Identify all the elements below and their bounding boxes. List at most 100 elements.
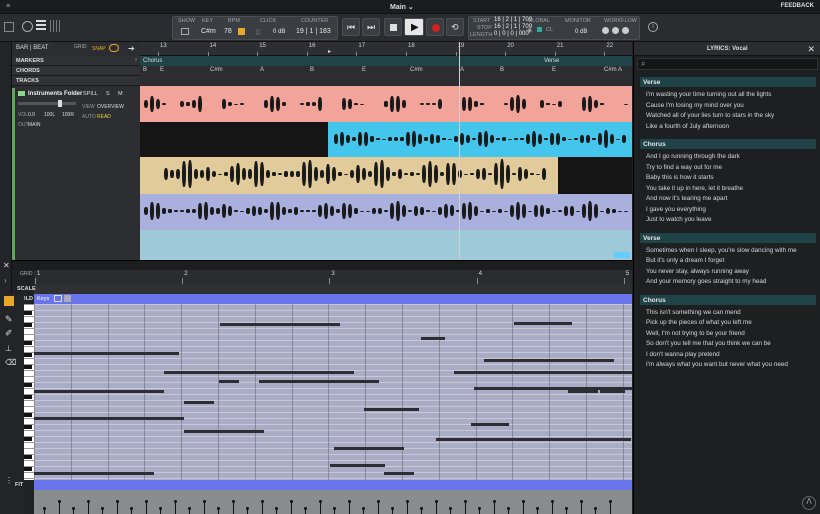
velocity-handle[interactable] — [565, 507, 568, 510]
pan-right[interactable]: 100R — [62, 112, 74, 118]
velocity-handle[interactable] — [115, 500, 119, 503]
lyric-line[interactable]: This isn't something we can mend — [646, 309, 741, 316]
velocity-handle[interactable] — [405, 500, 409, 503]
midi-note[interactable] — [454, 371, 632, 374]
track-2-empty[interactable] — [140, 122, 328, 157]
lyrics-section-header[interactable]: Verse — [640, 232, 816, 243]
velocity-handle[interactable] — [188, 507, 191, 510]
midi-note[interactable] — [421, 337, 445, 340]
spill-button[interactable]: SPILL — [83, 91, 98, 97]
link-icon[interactable] — [109, 44, 119, 52]
layout-icon[interactable] — [4, 22, 14, 32]
pan-left[interactable]: 100L — [44, 112, 55, 118]
midi-note[interactable] — [219, 380, 239, 383]
black-key[interactable] — [24, 395, 32, 399]
velocity-handle[interactable] — [144, 500, 148, 503]
markers-label[interactable]: MARKERS — [16, 58, 44, 64]
velocity-tool-icon[interactable]: ⊥ — [5, 344, 12, 353]
velocity-handle[interactable] — [173, 500, 177, 503]
lyric-line[interactable]: I don't wanna play pretend — [646, 351, 720, 358]
velocity-handle[interactable] — [260, 500, 264, 503]
chord-label[interactable]: C#m — [410, 67, 423, 73]
forward-button[interactable]: ⏭ — [362, 18, 380, 36]
start-value[interactable]: 16 | 2 | 1 | 709 — [494, 17, 532, 23]
metronome-icon[interactable] — [238, 28, 245, 35]
velocity-handle[interactable] — [318, 500, 322, 503]
record-button[interactable] — [426, 18, 444, 36]
menu-icon[interactable]: ≡ — [6, 3, 10, 10]
piano-roll-grid[interactable] — [34, 304, 632, 480]
velocity-handle[interactable] — [231, 500, 235, 503]
midi-note[interactable] — [164, 371, 354, 374]
sync-icon[interactable] — [22, 21, 33, 32]
show-label[interactable]: SHOW — [178, 18, 195, 24]
velocity-handle[interactable] — [391, 507, 394, 510]
playhead-marker-icon[interactable]: ▸ — [328, 48, 331, 55]
arrangement-view[interactable] — [140, 86, 632, 260]
black-key[interactable] — [24, 353, 32, 357]
workflow-label[interactable]: WORKFLOW — [604, 18, 637, 24]
keys-label[interactable]: Keys — [37, 296, 49, 302]
midi-note[interactable] — [34, 472, 154, 475]
black-key[interactable] — [24, 437, 32, 441]
velocity-handle[interactable] — [507, 507, 510, 510]
info-icon[interactable]: i — [648, 22, 658, 32]
global-icon[interactable]: ◉ — [527, 27, 532, 34]
black-key[interactable] — [24, 455, 32, 459]
more-icon[interactable]: ⋮ — [5, 476, 13, 485]
velocity-handle[interactable] — [420, 507, 423, 510]
black-key[interactable] — [24, 425, 32, 429]
click-label[interactable]: CLICK — [260, 18, 276, 24]
velocity-handle[interactable] — [536, 507, 539, 510]
black-key[interactable] — [24, 467, 32, 471]
lyric-line[interactable]: Baby this is how it starts — [646, 174, 714, 181]
velocity-handle[interactable] — [275, 507, 278, 510]
velocity-handle[interactable] — [521, 500, 525, 503]
close-editor-icon[interactable]: ✕ — [3, 261, 10, 270]
lyrics-section-header[interactable]: Chorus — [640, 139, 816, 149]
marker-verse[interactable]: Verse — [544, 58, 559, 64]
lyric-line[interactable]: So don't you tell me that you think we c… — [646, 340, 771, 347]
midi-note[interactable] — [330, 464, 385, 467]
chords-label[interactable]: CHORDS — [16, 68, 40, 74]
velocity-handle[interactable] — [463, 500, 467, 503]
clip-handle-icon[interactable] — [614, 252, 630, 258]
velocity-handle[interactable] — [289, 500, 293, 503]
midi-note[interactable] — [568, 390, 598, 393]
lyric-line[interactable]: Cause I'm losing my mind over you — [646, 102, 744, 109]
chord-label[interactable]: C#m — [604, 67, 617, 73]
chord-label[interactable]: B — [143, 67, 147, 73]
arrow-tool-icon[interactable] — [4, 296, 14, 306]
monitor-label[interactable]: MONITOR — [565, 18, 591, 24]
paint-tool-icon[interactable]: ✐ — [5, 328, 13, 339]
timeline-ruler[interactable]: 13 14 15 16 17 18 19 20 21 22 ▸ — [140, 42, 632, 56]
midi-note[interactable] — [471, 423, 509, 426]
midi-note[interactable] — [436, 438, 631, 441]
lyric-line[interactable]: And I go running through the dark — [646, 153, 740, 160]
lyric-line[interactable]: Watched all of your lies turn to stars i… — [646, 112, 774, 119]
chord-label[interactable]: A — [460, 67, 464, 73]
chord-label[interactable]: B — [500, 67, 504, 73]
snap-toggle-icon[interactable] — [64, 295, 71, 302]
velocity-handle[interactable] — [333, 507, 336, 510]
counter-label[interactable]: COUNTER — [301, 18, 328, 24]
velocity-handle[interactable] — [130, 507, 133, 510]
velocity-handle[interactable] — [594, 507, 597, 510]
lyric-line[interactable]: You never stay, always running away — [646, 268, 749, 275]
snap-label[interactable]: SNAP — [92, 46, 106, 52]
black-key[interactable] — [24, 383, 32, 387]
out-value[interactable]: MAIN — [28, 122, 41, 128]
velocity-handle[interactable] — [434, 500, 438, 503]
chord-label[interactable]: B — [310, 67, 314, 73]
midi-note[interactable] — [34, 390, 164, 393]
black-key[interactable] — [24, 341, 32, 345]
chord-label[interactable]: A — [260, 67, 264, 73]
velocity-handle[interactable] — [550, 500, 554, 503]
velocity-handle[interactable] — [202, 500, 206, 503]
lyric-line[interactable]: And your memory goes straight to my head — [646, 278, 766, 285]
chord-label[interactable]: A — [618, 67, 622, 73]
black-key[interactable] — [24, 365, 32, 369]
track-3-empty[interactable] — [558, 157, 632, 194]
show-icon[interactable] — [181, 28, 189, 35]
lyric-line[interactable]: Pick up the pieces of what you left me — [646, 319, 752, 326]
